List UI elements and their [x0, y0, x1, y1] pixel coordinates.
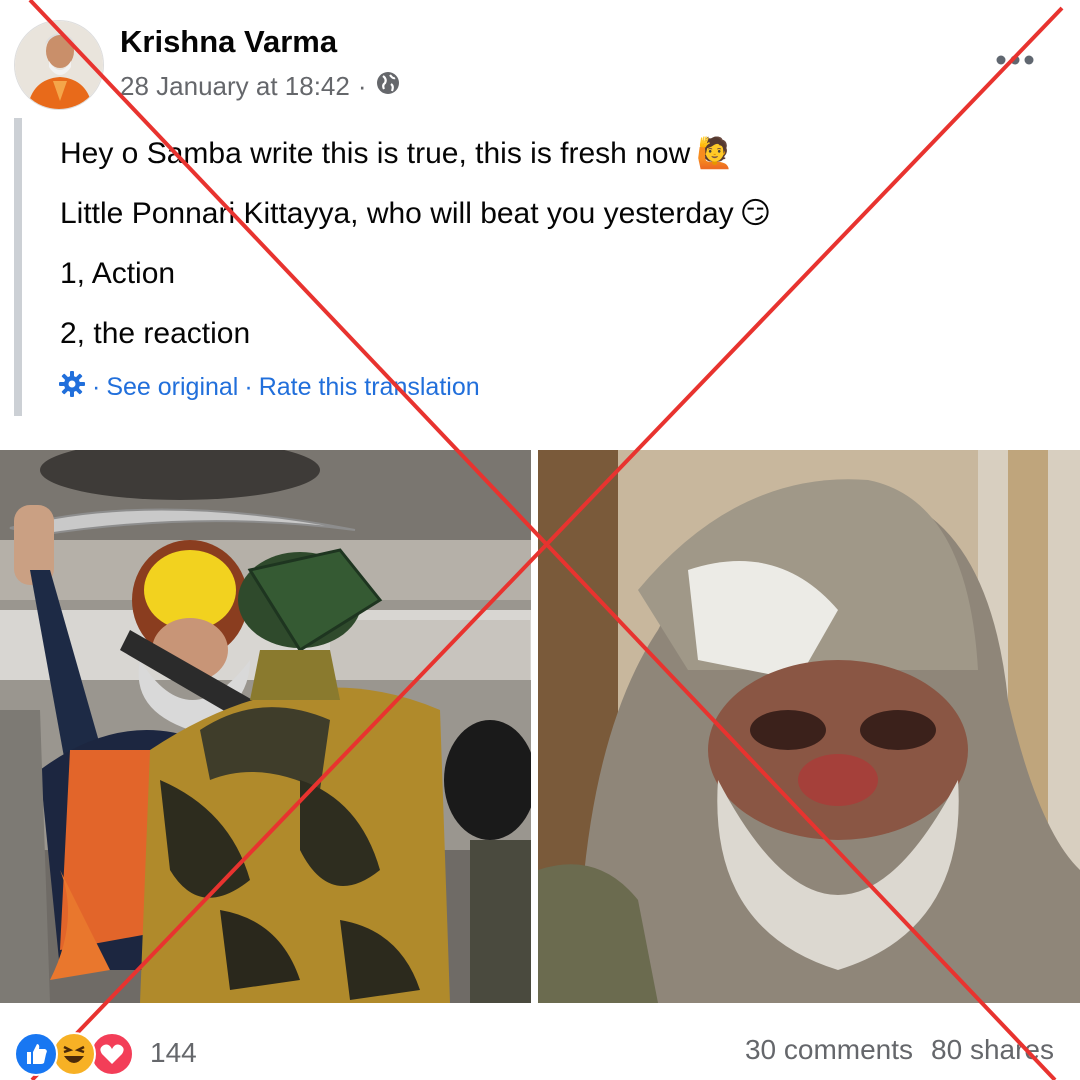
smirk-emoji: 😏 [739, 197, 771, 230]
reaction-icons [14, 1030, 144, 1076]
post-line: 2, the reaction [60, 304, 771, 364]
see-original-link[interactable]: See original [106, 373, 238, 402]
meta-separator: · [357, 71, 367, 101]
post-line-text: Hey o Samba write this is true, this is … [60, 137, 691, 170]
translation-separator: · [92, 373, 101, 401]
post-photo-left[interactable] [0, 450, 531, 1003]
post-line: Hey o Samba write this is true, this is … [60, 124, 771, 184]
avatar[interactable] [14, 20, 104, 110]
reaction-count[interactable]: 144 [150, 1037, 197, 1069]
like-icon [14, 1032, 58, 1076]
translation-row: · See original · Rate this translation [58, 370, 480, 405]
author-name[interactable]: Krishna Varma [120, 24, 337, 60]
post-line-text: 1, Action [60, 257, 176, 290]
post-line-text: 2, the reaction [60, 317, 251, 350]
rate-translation-link[interactable]: Rate this translation [259, 373, 480, 402]
comments-count[interactable]: 30 comments [745, 1034, 913, 1066]
post-meta: 28 January at 18:42 · [120, 70, 401, 103]
love-icon [90, 1032, 134, 1076]
engagement-stats: 30 comments 80 shares [745, 1034, 1054, 1066]
post-body: Hey o Samba write this is true, this is … [60, 124, 771, 364]
post-line: Little Ponnari Kittayya, who will beat y… [60, 184, 771, 244]
raising-hand-emoji: 🙋 [696, 137, 734, 170]
translation-separator: · [244, 373, 253, 401]
shares-count[interactable]: 80 shares [931, 1034, 1054, 1066]
post-timestamp[interactable]: 28 January at 18:42 [120, 71, 350, 102]
post-line: 1, Action [60, 244, 771, 304]
gear-icon[interactable] [58, 370, 86, 405]
post-line-text: Little Ponnari Kittayya, who will beat y… [60, 197, 734, 230]
reactions-summary[interactable]: 144 [14, 1030, 197, 1076]
more-options-icon[interactable] [994, 42, 1036, 78]
haha-icon [52, 1032, 96, 1076]
globe-icon [375, 70, 401, 103]
post-photo-right[interactable] [538, 450, 1080, 1003]
translation-quote-bar [14, 118, 22, 416]
